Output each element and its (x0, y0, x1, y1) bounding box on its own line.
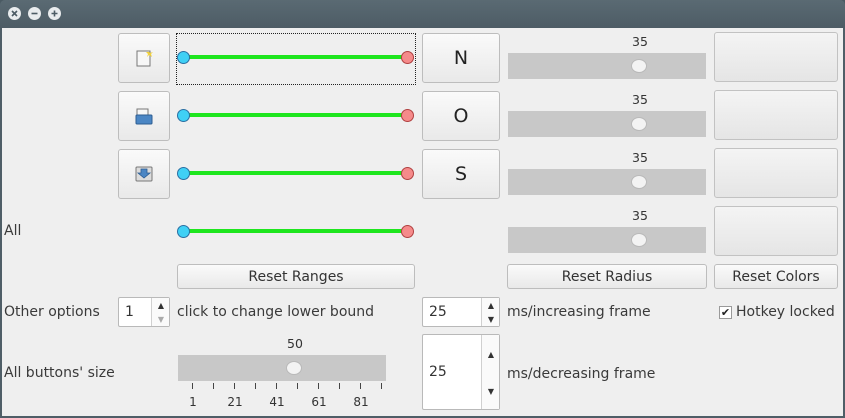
range-high-handle[interactable] (401, 167, 414, 180)
spin-down-icon[interactable]: ▼ (152, 313, 170, 326)
range-track (183, 229, 408, 233)
letter-button-s[interactable]: S (422, 149, 500, 199)
tick-mark (381, 383, 382, 389)
increasing-spinbox[interactable]: 25 ▲ ▼ (422, 297, 500, 327)
spin-down-icon[interactable]: ▼ (482, 373, 500, 409)
spin-arrows: ▲ ▼ (151, 298, 169, 326)
tick-mark (339, 383, 340, 389)
slider-knob[interactable] (631, 175, 647, 189)
color-button-s[interactable] (714, 148, 838, 198)
save-file-button[interactable] (118, 149, 170, 199)
radius-value-label: 35 (632, 34, 648, 49)
range-low-handle[interactable] (177, 109, 190, 122)
lower-bound-spinbox[interactable]: 1 ▲ ▼ (118, 297, 170, 327)
tick-label: 61 (311, 395, 327, 409)
range-slider-n[interactable] (177, 47, 414, 67)
slider-knob[interactable] (286, 361, 302, 375)
buttons-size-slider[interactable] (178, 355, 386, 381)
buttons-size-ticks: 1 21 41 61 81 (178, 383, 386, 411)
tick-mark (360, 383, 361, 389)
spin-arrows: ▲ ▼ (481, 298, 499, 326)
slider-knob[interactable] (631, 59, 647, 73)
open-folder-icon (135, 108, 153, 125)
main-panel: N 35 O 35 S 35 All 35 Reset Ranges Reset… (2, 28, 843, 416)
tick-label: 81 (353, 395, 369, 409)
hotkey-locked-label: Hotkey locked (736, 304, 835, 320)
slider-knob[interactable] (631, 117, 647, 131)
decreasing-value: 25 (429, 364, 447, 380)
minimize-window-button[interactable] (28, 7, 41, 20)
range-high-handle[interactable] (401, 225, 414, 238)
close-icon (11, 10, 18, 17)
tick-label: 21 (227, 395, 243, 409)
range-low-handle[interactable] (177, 225, 190, 238)
tick-label: 1 (189, 395, 197, 409)
lower-bound-value: 1 (125, 304, 134, 320)
titlebar (0, 0, 845, 28)
hotkey-locked-checkbox[interactable]: ✔ (719, 306, 732, 319)
new-file-icon (136, 50, 153, 67)
tick-mark (255, 383, 256, 389)
spin-down-icon[interactable]: ▼ (482, 313, 500, 326)
radius-slider-o[interactable] (508, 111, 706, 137)
app-window: N 35 O 35 S 35 All 35 Reset Ranges Reset… (0, 0, 845, 418)
maximize-window-button[interactable] (48, 7, 61, 20)
maximize-icon (51, 10, 58, 17)
increasing-value: 25 (429, 304, 447, 320)
slider-knob[interactable] (631, 233, 647, 247)
tick-label: 41 (269, 395, 285, 409)
radius-slider-all[interactable] (508, 227, 706, 253)
lower-bound-hint: click to change lower bound (177, 304, 375, 320)
radius-slider-n[interactable] (508, 53, 706, 79)
tick-mark (297, 383, 298, 389)
range-track (183, 55, 408, 59)
minimize-icon (31, 12, 38, 15)
open-file-button[interactable] (118, 91, 170, 141)
save-icon (135, 166, 153, 182)
color-button-all[interactable] (714, 206, 838, 256)
range-low-handle[interactable] (177, 167, 190, 180)
buttons-size-label: All buttons' size (4, 365, 115, 381)
radius-value-label: 35 (632, 208, 648, 223)
letter-button-o[interactable]: O (422, 91, 500, 141)
checkmark-icon: ✔ (720, 306, 731, 319)
color-button-n[interactable] (714, 32, 838, 82)
range-high-handle[interactable] (401, 109, 414, 122)
range-slider-all[interactable] (177, 221, 414, 241)
spin-up-icon[interactable]: ▲ (152, 299, 170, 312)
tick-mark (192, 383, 193, 389)
range-low-handle[interactable] (177, 51, 190, 64)
tick-mark (318, 383, 319, 389)
spin-up-icon[interactable]: ▲ (482, 299, 500, 312)
tick-mark (234, 383, 235, 389)
range-high-handle[interactable] (401, 51, 414, 64)
range-track (183, 113, 408, 117)
reset-colors-button[interactable]: Reset Colors (714, 264, 838, 289)
color-button-o[interactable] (714, 90, 838, 140)
increasing-frame-label: ms/increasing frame (507, 304, 651, 320)
spin-arrows: ▲ ▼ (481, 335, 499, 409)
range-slider-o[interactable] (177, 105, 414, 125)
spin-up-icon[interactable]: ▲ (482, 336, 500, 372)
tick-mark (276, 383, 277, 389)
other-options-label: Other options (4, 304, 100, 320)
buttons-size-value: 50 (287, 336, 303, 351)
letter-button-n[interactable]: N (422, 33, 500, 83)
radius-value-label: 35 (632, 150, 648, 165)
reset-ranges-button[interactable]: Reset Ranges (177, 264, 415, 289)
reset-radius-button[interactable]: Reset Radius (507, 264, 707, 289)
close-window-button[interactable] (8, 7, 21, 20)
decreasing-frame-label: ms/decreasing frame (507, 366, 656, 382)
range-track (183, 171, 408, 175)
tick-mark (213, 383, 214, 389)
radius-value-label: 35 (632, 92, 648, 107)
range-slider-s[interactable] (177, 163, 414, 183)
decreasing-spinbox[interactable]: 25 ▲ ▼ (422, 334, 500, 410)
all-row-label: All (4, 223, 22, 239)
radius-slider-s[interactable] (508, 169, 706, 195)
new-file-button[interactable] (118, 33, 170, 83)
